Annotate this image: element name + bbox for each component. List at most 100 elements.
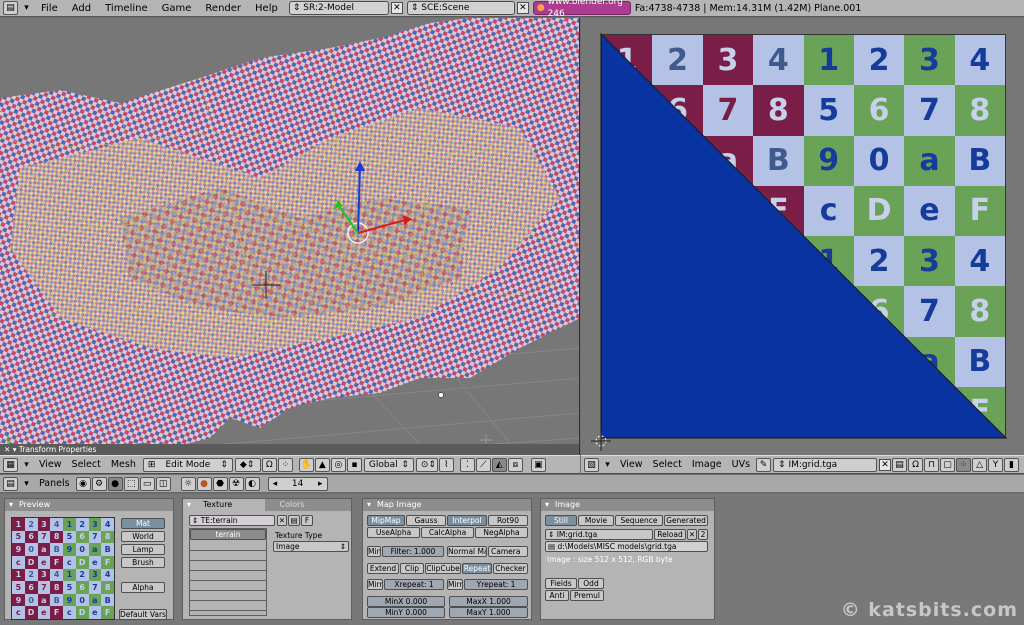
editor-type-icon[interactable]: ▦	[3, 457, 18, 472]
proportional-icon[interactable]: ⌇	[438, 457, 454, 472]
yrepeat-field[interactable]: Yrepeat: 1	[464, 579, 528, 590]
blender-link-text[interactable]: www.blender.org 246	[548, 0, 627, 20]
image-editor-type-icon[interactable]: ▧	[584, 457, 599, 472]
map-image-panel-title[interactable]: Map Image	[363, 499, 531, 511]
3d-viewport[interactable]: ✕ ▾ Transform Properties	[0, 18, 580, 455]
header-collapse-icon[interactable]: ▾	[600, 458, 615, 472]
negalpha-toggle[interactable]: NegAlpha	[475, 527, 528, 538]
mode-label[interactable]: Edit Mode	[165, 459, 210, 471]
texture-fake-user-button[interactable]: F	[301, 515, 313, 526]
editing-icon[interactable]: ▭	[139, 476, 155, 491]
image-filepath-field[interactable]: ▤ d:\Models\MISC models\grid.tga	[545, 541, 708, 552]
image-users-field[interactable]: 2	[698, 529, 708, 540]
preview-panel-title[interactable]: Preview	[5, 499, 173, 511]
transform-properties-bar[interactable]: ✕ ▾ Transform Properties	[0, 444, 579, 455]
x-mirror-toggle[interactable]: Mirr	[367, 579, 383, 590]
image-unlink-button[interactable]: ✕	[687, 529, 697, 540]
mode-selector[interactable]: ⊞ Edit Mode ⇕	[142, 457, 233, 472]
image-unlink-button[interactable]: ✕	[879, 458, 892, 471]
world-shading-icon[interactable]: ◐	[244, 476, 260, 491]
viewport-canvas[interactable]	[0, 18, 580, 455]
miny-field[interactable]: MinY 0.000	[367, 607, 445, 618]
image-name-field[interactable]: ⇕ IM:grid.tga	[545, 529, 653, 540]
menu-image[interactable]: Image	[687, 458, 727, 472]
scene-icon[interactable]: ◫	[155, 476, 171, 491]
texture-browse-icon[interactable]: ⇕	[192, 516, 198, 525]
menu-file[interactable]: File	[34, 0, 65, 17]
menu-render[interactable]: Render	[198, 0, 248, 17]
y-icon[interactable]: Y	[988, 457, 1004, 472]
uv-overlay[interactable]	[581, 18, 1024, 455]
min-toggle[interactable]: Min	[367, 546, 381, 557]
screen-selector[interactable]: ⇕ SR:2-Model	[288, 1, 389, 15]
repeat-option[interactable]: Repeat	[462, 563, 492, 574]
vertex-select-icon[interactable]: ⁚	[459, 457, 475, 472]
scene-browse-icon[interactable]: ⇕	[411, 2, 419, 14]
magnet-icon[interactable]: Ω	[908, 457, 924, 472]
occlude-icon[interactable]: ⧈	[507, 457, 523, 472]
object-icon[interactable]: ⬚	[123, 476, 139, 491]
gauss-toggle[interactable]: Gauss	[406, 515, 446, 526]
image-filepath[interactable]: d:\Models\MISC models\grid.tga	[557, 542, 676, 551]
frame-decrement-icon[interactable]: ◂	[273, 478, 278, 490]
texture-delete-button[interactable]: ✕	[277, 515, 287, 526]
image-browse-icon[interactable]: ⇕	[778, 459, 786, 471]
dots-icon[interactable]: ⁘	[277, 457, 293, 472]
transform-panel-label[interactable]: Transform Properties	[19, 445, 97, 454]
file-browse-icon[interactable]: ▤	[548, 542, 555, 551]
orientation-selector[interactable]: Global ⇕	[363, 457, 414, 472]
menu-view[interactable]: View	[34, 458, 67, 472]
texture-type-value[interactable]: Image	[276, 542, 300, 551]
lamp-shading-icon[interactable]: ☼	[180, 476, 196, 491]
image-source-still[interactable]: Still	[545, 515, 577, 526]
default-vars-button[interactable]: Default Vars	[119, 609, 167, 620]
checker-option[interactable]: Checker	[493, 563, 528, 574]
texture-channel-item[interactable]: terrain	[190, 529, 266, 540]
texture-name-field[interactable]: ⇕ TE:terrain	[189, 515, 275, 526]
image-browse-icon[interactable]: ⇕	[548, 530, 554, 539]
menu-uvs[interactable]: UVs	[727, 458, 755, 472]
preview-lamp-button[interactable]: Lamp	[121, 544, 165, 555]
magnet-icon[interactable]: Ω	[261, 457, 277, 472]
triangle-icon[interactable]: △	[972, 457, 988, 472]
translate-icon[interactable]: ▲	[314, 457, 330, 472]
rotate-icon[interactable]: ◎	[330, 457, 346, 472]
view-icon[interactable]: ▢	[940, 457, 956, 472]
pack-icon[interactable]: ▤	[892, 457, 908, 472]
edge-select-icon[interactable]: ⟋	[475, 457, 491, 472]
menu-timeline[interactable]: Timeline	[98, 0, 155, 17]
buttons-editor-type-icon[interactable]: ▤	[3, 476, 18, 491]
transform-panel-collapse-icon[interactable]: ▾	[13, 445, 17, 454]
header-collapse-icon[interactable]: ▾	[19, 458, 34, 472]
frame-value[interactable]: 14	[292, 478, 303, 490]
maxx-field[interactable]: MaxX 1.000	[449, 596, 528, 607]
uv-image-editor[interactable]: 123412345678567890aB90aBcDeFcDeF12341234…	[581, 18, 1024, 455]
panels-menu[interactable]: Panels	[34, 477, 75, 491]
draw-type-selector[interactable]: ◆⇕	[234, 457, 261, 472]
menu-collapse-icon[interactable]: ▾	[19, 1, 34, 15]
y-mirror-toggle[interactable]: Mirr	[447, 579, 463, 590]
image-selector[interactable]: ⇕ IM:grid.tga	[773, 457, 878, 472]
more-icon[interactable]: ▮	[1004, 457, 1020, 472]
blender-link[interactable]: ● www.blender.org 246	[532, 0, 631, 19]
image-name[interactable]: IM:grid.tga	[557, 530, 598, 539]
menu-mesh[interactable]: Mesh	[106, 458, 141, 472]
odd-toggle[interactable]: Odd	[578, 578, 604, 589]
preview-brush-button[interactable]: Brush	[121, 557, 165, 568]
image-source-sequence[interactable]: Sequence	[615, 515, 663, 526]
pin-icon[interactable]: ✎	[756, 457, 772, 472]
texture-type-selector[interactable]: Image ⇕	[273, 541, 349, 552]
interpol-toggle[interactable]: Interpol	[447, 515, 487, 526]
scale-icon[interactable]: ▪	[346, 457, 362, 472]
filter-field[interactable]: Filter: 1.000	[382, 546, 444, 557]
tab-texture[interactable]: Texture	[183, 499, 265, 511]
xrepeat-field[interactable]: Xrepeat: 1	[384, 579, 444, 590]
normal-map-toggle[interactable]: Normal Ma	[447, 546, 487, 557]
anti-toggle[interactable]: Anti	[545, 590, 569, 601]
preview-mat-button[interactable]: Mat	[121, 518, 165, 529]
scene-delete-button[interactable]: ✕	[516, 2, 529, 14]
mipmap-toggle[interactable]: MipMap	[367, 515, 405, 526]
shading-icon[interactable]: ●	[107, 476, 123, 491]
header-collapse-icon[interactable]: ▾	[19, 477, 34, 491]
transform-panel-close-icon[interactable]: ✕	[4, 445, 10, 454]
